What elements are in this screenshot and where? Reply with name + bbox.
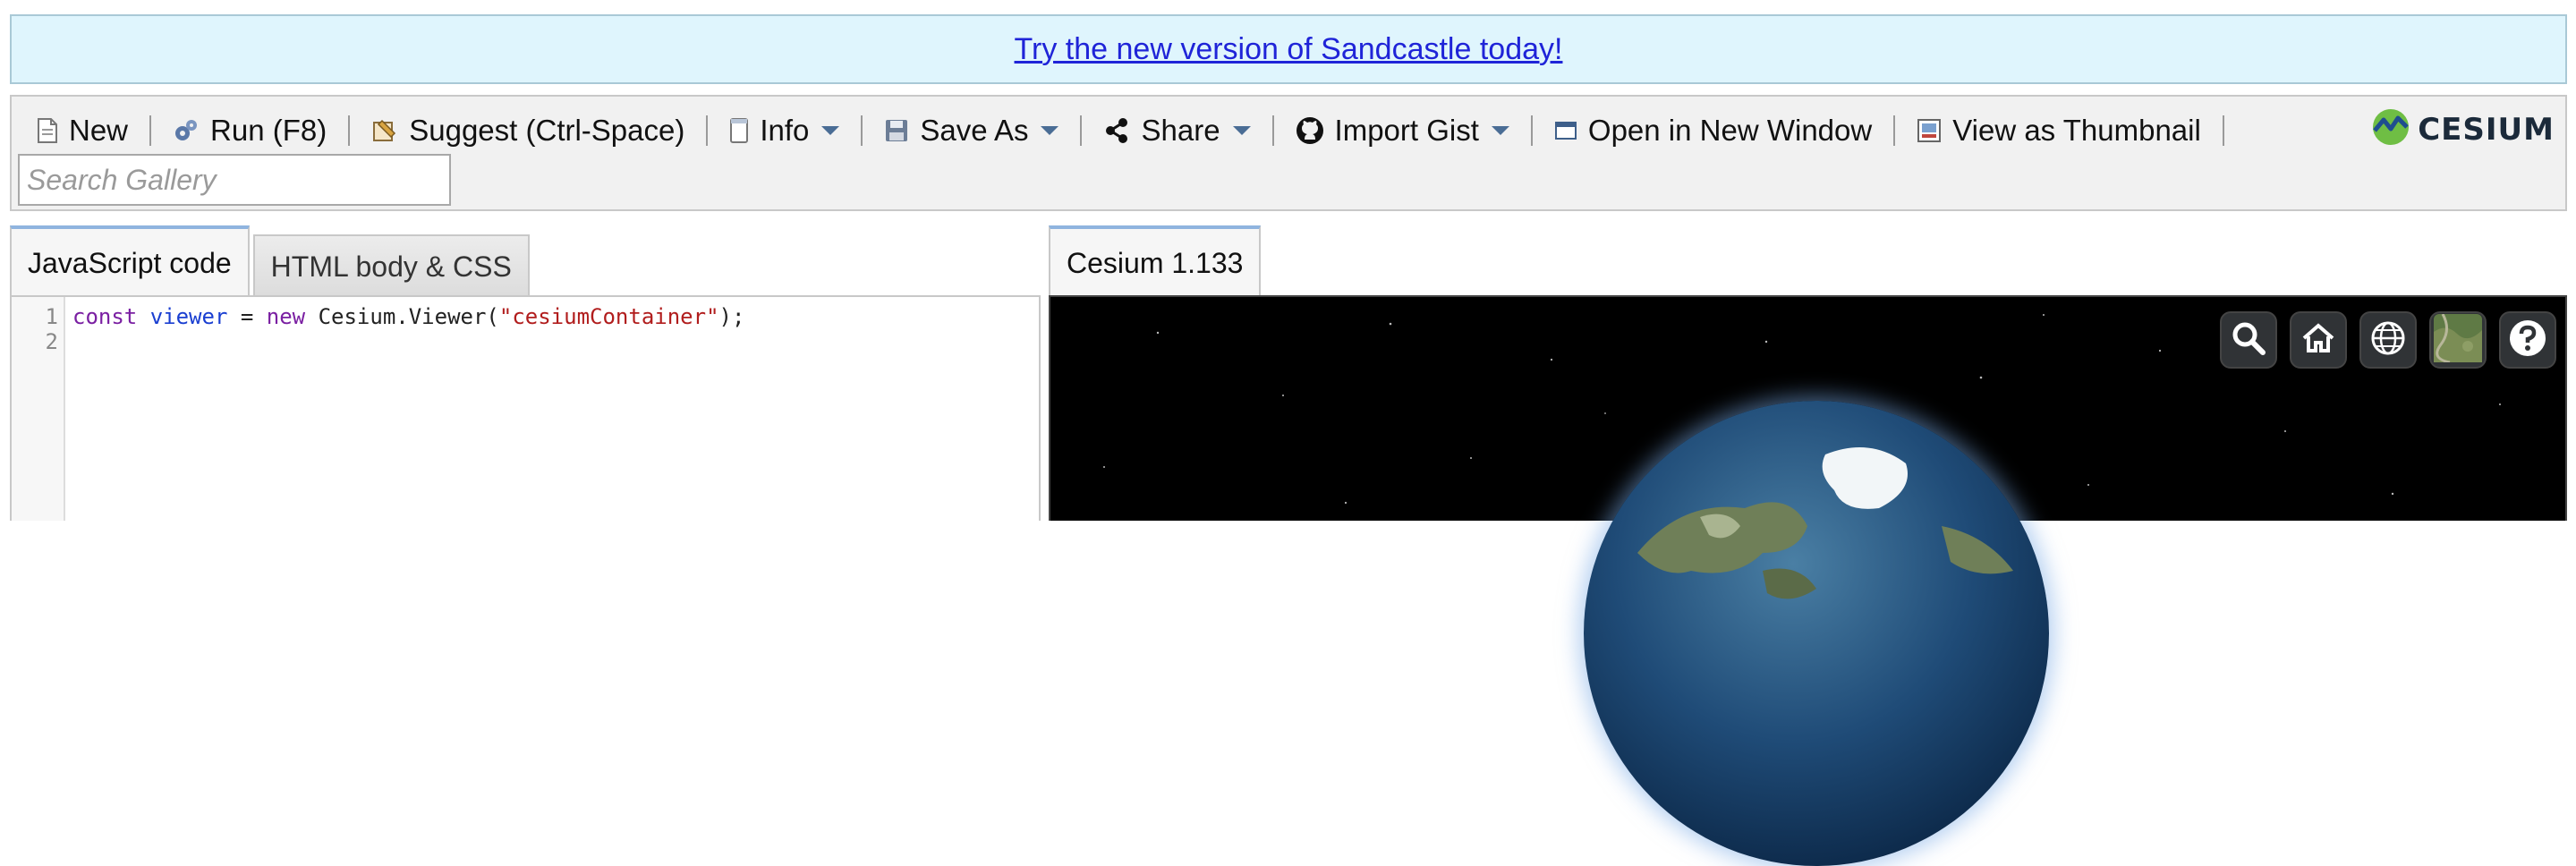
tab-html-body-css[interactable]: HTML body & CSS: [252, 234, 530, 297]
viewer-toolbar: [2220, 311, 2556, 369]
save-as-dropdown-label: Save As: [920, 114, 1029, 147]
earth-globe[interactable]: [1584, 401, 2049, 866]
thumbnail-icon: [1917, 118, 1942, 143]
toolbar-separator: [348, 115, 351, 146]
code-editor[interactable]: 1 2 const viewer = new Cesium.Viewer("ce…: [10, 295, 1041, 521]
info-dropdown[interactable]: Info: [717, 107, 852, 154]
share-dropdown-label: Share: [1141, 114, 1220, 147]
view-as-thumbnail-button[interactable]: View as Thumbnail: [1904, 107, 2214, 154]
run-button[interactable]: Run (F8): [160, 107, 339, 154]
globe-icon: [2369, 319, 2407, 361]
code-line[interactable]: const viewer = new Cesium.Viewer("cesium…: [72, 304, 744, 329]
toolbar-separator: [1530, 115, 1533, 146]
toolbar-separator: [861, 115, 863, 146]
viewer-tabs: Cesium 1.133: [1049, 225, 1264, 297]
navigation-help-button[interactable]: [2499, 311, 2556, 369]
chevron-down-icon: [821, 126, 840, 135]
toolbar-buttons: New Run (F8) Suggest (Ctrl-Space) Info S…: [24, 104, 2233, 157]
save-as-dropdown[interactable]: Save As: [871, 107, 1071, 154]
line-number-gutter: 1 2: [12, 297, 65, 521]
open-new-window-button[interactable]: Open in New Window: [1542, 107, 1884, 154]
base-layer-picker-button[interactable]: [2429, 311, 2487, 369]
toolbar-separator: [1271, 115, 1274, 146]
scene-mode-button[interactable]: [2359, 311, 2417, 369]
line-number: 1: [45, 304, 58, 329]
import-gist-dropdown-label: Import Gist: [1334, 114, 1479, 147]
toolbar-separator: [2222, 115, 2224, 146]
share-icon: [1103, 117, 1130, 144]
new-button-label: New: [69, 114, 129, 147]
tab-cesium-version[interactable]: Cesium 1.133: [1049, 225, 1262, 297]
cesium-logo[interactable]: CESIUM: [2371, 107, 2555, 151]
suggest-button-label: Suggest (Ctrl-Space): [409, 114, 685, 147]
tab-cesium-version-label: Cesium 1.133: [1067, 246, 1244, 279]
cesium-logo-text: CESIUM: [2418, 111, 2555, 148]
window-icon: [1554, 120, 1577, 141]
tab-javascript-code-label: JavaScript code: [28, 246, 232, 279]
run-button-label: Run (F8): [210, 114, 327, 147]
search-gallery-input[interactable]: [18, 154, 451, 206]
view-as-thumbnail-label: View as Thumbnail: [1952, 114, 2201, 147]
github-icon: [1296, 116, 1324, 145]
code-keyword: const: [72, 304, 138, 329]
info-doc-icon: [729, 117, 749, 144]
toolbar: New Run (F8) Suggest (Ctrl-Space) Info S…: [10, 95, 2567, 211]
code-keyword: new: [266, 304, 306, 329]
home-button[interactable]: [2290, 311, 2347, 369]
toolbar-separator: [1893, 115, 1896, 146]
floppy-disk-icon: [884, 118, 909, 143]
chevron-down-icon: [1491, 126, 1509, 135]
home-icon: [2300, 320, 2336, 361]
new-button[interactable]: New: [24, 107, 140, 154]
search-icon: [2231, 320, 2266, 361]
import-gist-dropdown[interactable]: Import Gist: [1283, 107, 1522, 154]
code-string: "cesiumContainer": [498, 304, 719, 329]
code-variable: viewer: [149, 304, 228, 329]
editor-tabs: JavaScript code HTML body & CSS: [10, 225, 533, 297]
toolbar-separator: [149, 115, 152, 146]
code-terminator: );: [718, 304, 745, 329]
tab-html-body-css-label: HTML body & CSS: [270, 250, 512, 283]
chevron-down-icon: [1041, 126, 1059, 135]
toolbar-separator: [1080, 115, 1083, 146]
imagery-layer-icon: [2434, 312, 2482, 367]
toolbar-separator: [706, 115, 709, 146]
code-constructor: Cesium.Viewer(: [305, 304, 499, 329]
globe-landmass: [1637, 447, 2013, 599]
gears-icon: [173, 117, 200, 144]
info-dropdown-label: Info: [760, 114, 810, 147]
help-icon: [2508, 318, 2547, 362]
document-icon: [37, 117, 58, 144]
chevron-down-icon: [1232, 126, 1251, 135]
cesium-logo-icon: [2371, 107, 2410, 151]
code-operator: =: [227, 304, 267, 329]
suggest-button[interactable]: Suggest (Ctrl-Space): [359, 107, 697, 154]
try-new-sandcastle-link[interactable]: Try the new version of Sandcastle today!: [1015, 32, 1563, 67]
announcement-banner: Try the new version of Sandcastle today!: [10, 14, 2567, 84]
suggest-icon: [371, 117, 398, 144]
open-new-window-label: Open in New Window: [1587, 114, 1873, 147]
line-number: 2: [45, 329, 58, 354]
share-dropdown[interactable]: Share: [1091, 107, 1262, 154]
geocoder-search-button[interactable]: [2220, 311, 2277, 369]
tab-javascript-code[interactable]: JavaScript code: [10, 225, 250, 297]
